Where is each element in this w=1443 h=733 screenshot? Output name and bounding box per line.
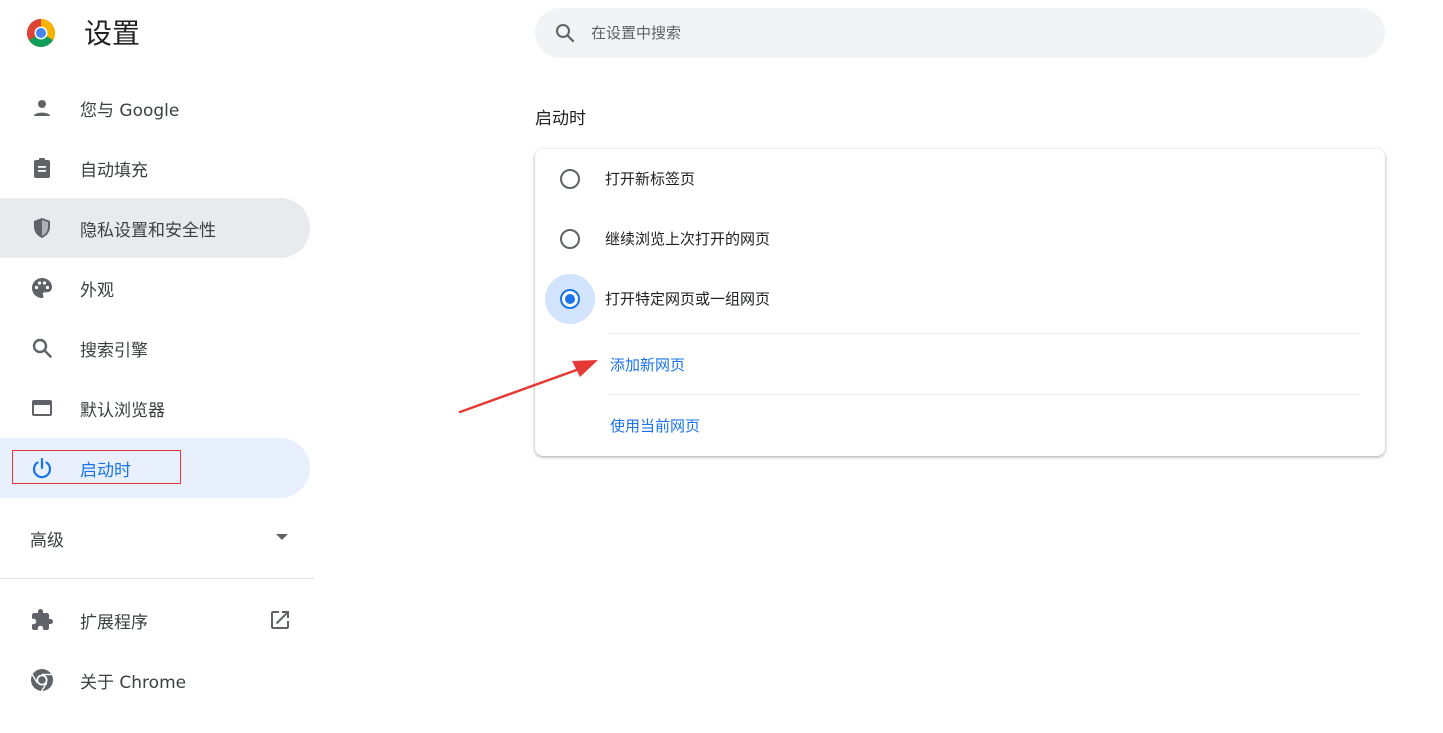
power-icon [32, 457, 52, 479]
search-input[interactable] [591, 8, 1361, 58]
sidebar-item-label: 您与 Google [80, 100, 180, 121]
radio-button[interactable] [560, 229, 580, 249]
sidebar-item-label: 启动时 [80, 460, 131, 481]
clipboard-icon [34, 158, 50, 178]
sidebar-item-label: 默认浏览器 [80, 400, 165, 421]
radio-option-continue[interactable]: 继续浏览上次打开的网页 [535, 209, 1385, 269]
use-current-pages-link[interactable]: 使用当前网页 [610, 415, 700, 436]
startup-options-card: 打开新标签页 继续浏览上次打开的网页 打开特定网页或一组网页 添加新网页 使用当… [535, 149, 1385, 456]
sidebar-item-autofill[interactable]: 自动填充 [0, 138, 310, 198]
browser-window-icon [32, 400, 52, 416]
card-divider [610, 333, 1360, 334]
page-title: 设置 [84, 17, 141, 50]
sidebar-item-label: 扩展程序 [80, 612, 148, 633]
sidebar-item-label: 自动填充 [80, 160, 148, 181]
search-icon [556, 24, 575, 43]
sidebar-item-privacy-security[interactable]: 隐私设置和安全性 [0, 198, 310, 258]
chevron-down-icon [276, 534, 288, 540]
shield-icon [34, 218, 50, 238]
sidebar-item-appearance[interactable]: 外观 [0, 258, 310, 318]
puzzle-icon [32, 609, 53, 630]
sidebar-item-extensions[interactable]: 扩展程序 [0, 590, 310, 650]
sidebar-item-label: 搜索引擎 [80, 340, 148, 361]
sidebar-item-label: 隐私设置和安全性 [80, 220, 216, 241]
radio-option-specific-pages[interactable]: 打开特定网页或一组网页 [535, 269, 1385, 329]
palette-icon [32, 278, 52, 298]
section-title: 启动时 [535, 109, 586, 129]
radio-dot [565, 294, 575, 304]
sidebar-item-default-browser[interactable]: 默认浏览器 [0, 378, 310, 438]
sidebar-item-label: 外观 [80, 280, 114, 301]
radio-option-new-tab[interactable]: 打开新标签页 [535, 149, 1385, 209]
sidebar-item-label: 关于 Chrome [80, 672, 187, 693]
radio-label: 继续浏览上次打开的网页 [605, 230, 771, 248]
sidebar-item-on-startup[interactable]: 启动时 [0, 438, 310, 498]
person-icon [34, 100, 50, 116]
settings-search-box[interactable] [535, 8, 1385, 58]
search-icon [32, 338, 52, 358]
advanced-label: 高级 [30, 530, 64, 551]
chrome-logo-icon [31, 669, 53, 692]
sidebar-divider [0, 578, 314, 579]
radio-label: 打开特定网页或一组网页 [605, 290, 771, 308]
add-new-page-link[interactable]: 添加新网页 [610, 354, 685, 375]
open-in-new-icon[interactable] [268, 608, 292, 632]
radio-button-checked[interactable] [560, 289, 580, 309]
radio-label: 打开新标签页 [605, 170, 696, 188]
chrome-logo-icon [27, 19, 55, 47]
card-divider [610, 394, 1360, 395]
sidebar-item-you-and-google[interactable]: 您与 Google [0, 78, 310, 138]
advanced-toggle[interactable]: 高级 [30, 524, 290, 552]
sidebar-item-about-chrome[interactable]: 关于 Chrome [0, 650, 310, 710]
sidebar-item-search-engine[interactable]: 搜索引擎 [0, 318, 310, 378]
radio-button[interactable] [560, 169, 580, 189]
